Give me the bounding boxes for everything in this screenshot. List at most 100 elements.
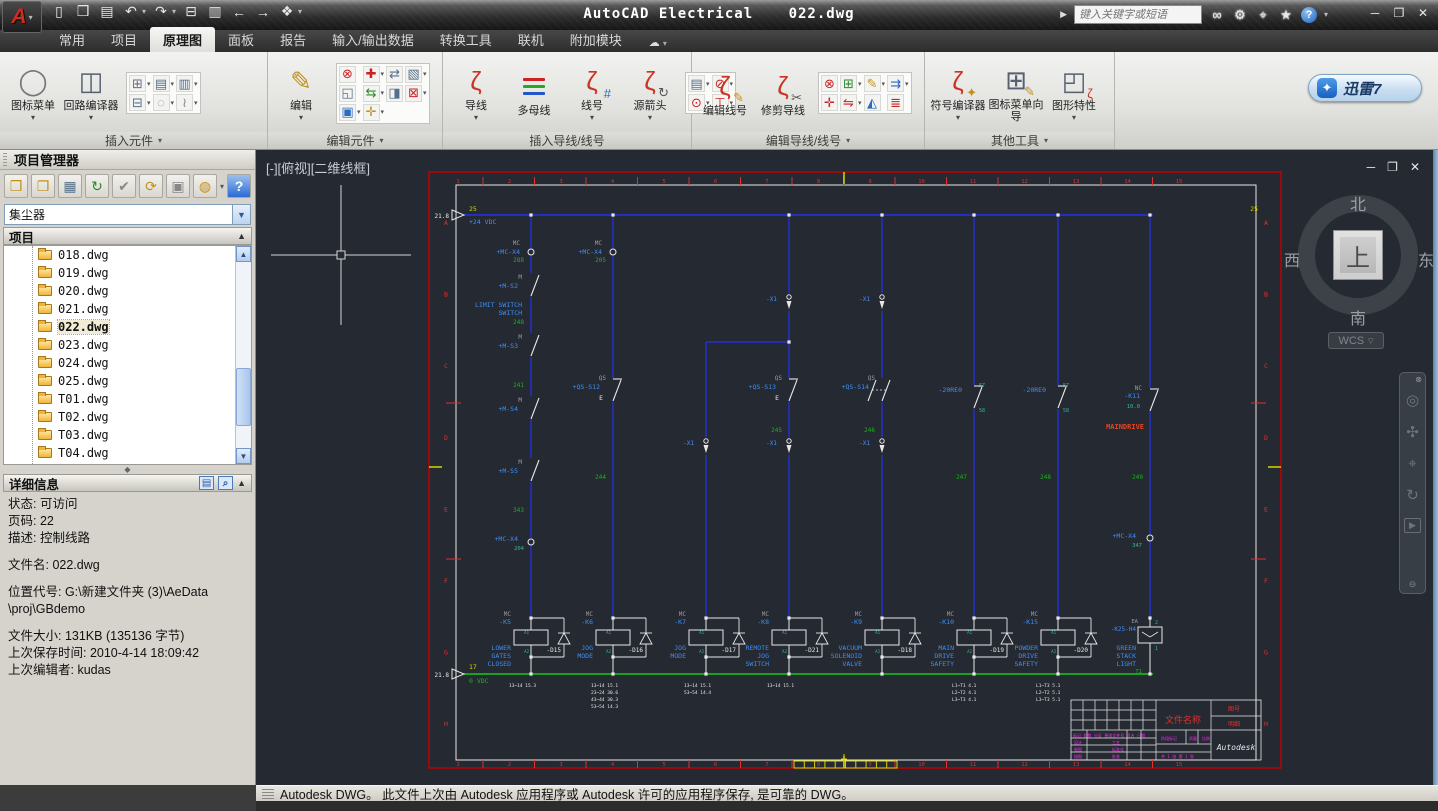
search-icon[interactable]: ∞ bbox=[1209, 7, 1225, 22]
redo-icon[interactable]: ↷ bbox=[152, 3, 170, 20]
favorites-icon[interactable]: ★ bbox=[1278, 7, 1294, 23]
cloud-icon[interactable]: ☁ bbox=[649, 37, 660, 49]
chevron-down-icon[interactable]: ▾ bbox=[882, 80, 886, 88]
infocenter-toggle-icon[interactable]: ▶ bbox=[1060, 9, 1067, 20]
thunder-download-button[interactable]: ✦ 迅雷7 bbox=[1308, 74, 1422, 102]
help-dropdown-icon[interactable]: ▾ bbox=[1324, 10, 1328, 19]
file-item-025.dwg[interactable]: 025.dwg bbox=[4, 372, 251, 390]
chevron-down-icon[interactable]: ▾ bbox=[298, 7, 302, 16]
chevron-down-icon[interactable]: ▾ bbox=[423, 89, 427, 97]
ribbon-button-图标菜单向导[interactable]: ⊞✎图标菜单向导 bbox=[988, 64, 1044, 123]
chevron-down-icon[interactable]: ▾ bbox=[381, 89, 385, 97]
multiple-insert-icon[interactable]: ⊞ bbox=[129, 75, 146, 92]
ladder-add-rung-icon[interactable]: ⊞ bbox=[840, 75, 857, 92]
pm-sync-button[interactable]: ⟳ bbox=[139, 174, 163, 198]
swap-update-icon[interactable]: ⇆ bbox=[363, 85, 380, 102]
insert-catalog-list-icon[interactable]: ▥ bbox=[176, 75, 193, 92]
chevron-down-icon[interactable]: ▾ bbox=[423, 70, 427, 78]
scoot-icon[interactable]: ✚ bbox=[363, 66, 380, 83]
doc-restore-button[interactable]: ❐ bbox=[1387, 160, 1398, 174]
help-button[interactable]: ? bbox=[1301, 7, 1317, 23]
retag-icon[interactable]: ◨ bbox=[386, 85, 403, 102]
chevron-down-icon[interactable]: ▾ bbox=[172, 7, 176, 16]
file-item-T04.dwg[interactable]: T04.dwg bbox=[4, 444, 251, 462]
chevron-down-icon[interactable]: ▾ bbox=[381, 70, 385, 78]
details-view-icon[interactable]: ▤ bbox=[199, 476, 214, 490]
viewcube-south-label[interactable]: 南 bbox=[1350, 305, 1366, 329]
pm-help-button[interactable]: ? bbox=[227, 174, 251, 198]
navbar-menu-icon[interactable]: ⊖ bbox=[1409, 579, 1417, 590]
new-icon[interactable]: ▯ bbox=[50, 3, 68, 20]
wire-type-icon[interactable]: ≣ bbox=[887, 94, 904, 111]
chevron-down-icon[interactable]: ▾ bbox=[858, 99, 862, 107]
ribbon-button-符号编译器[interactable]: ζ✦符号编译器▾ bbox=[930, 65, 986, 122]
open-icon[interactable]: ❒ bbox=[74, 3, 92, 20]
viewcube[interactable]: 上 北 西 东 南 bbox=[1298, 195, 1418, 315]
project-tree-header[interactable]: 项目 ▲ bbox=[3, 227, 252, 245]
file-item-020.dwg[interactable]: 020.dwg bbox=[4, 282, 251, 300]
collapse-icon[interactable]: ▲ bbox=[237, 478, 246, 488]
ribbon-tab-1[interactable]: 项目 bbox=[98, 27, 150, 52]
fwd-icon[interactable]: → bbox=[254, 4, 272, 20]
schematic-drawing[interactable]: 1122334455667788991010111112121313141415… bbox=[256, 150, 1438, 785]
edit-wire-icon[interactable]: ✎ bbox=[864, 75, 881, 92]
pm-box-button[interactable]: ▣ bbox=[166, 174, 190, 198]
viewport-controls[interactable]: [-][俯视][二维线框] bbox=[266, 158, 370, 177]
palette-splitter[interactable]: ◆ bbox=[0, 465, 255, 473]
application-menu-button[interactable]: A ▾ bbox=[2, 1, 42, 33]
drawing-canvas[interactable]: [-][俯视][二维线框] ─ ❐ ✕ 11223344556677889910… bbox=[256, 150, 1438, 785]
ribbon-button-线号[interactable]: ζ#线号▾ bbox=[564, 65, 620, 122]
link-components-line-icon[interactable]: ≀ bbox=[176, 94, 193, 111]
ribbon-button-编辑线号[interactable]: ζ✎编辑线号 bbox=[697, 70, 753, 117]
viewcube-top-face[interactable]: 上 bbox=[1333, 230, 1383, 280]
navbar-close-icon[interactable]: ⊗ bbox=[1415, 375, 1422, 384]
zoom-icon[interactable]: ⌖ bbox=[1408, 455, 1416, 472]
project-select-dropdown[interactable]: 集尘器 ▼ bbox=[4, 204, 251, 225]
pm-check-button[interactable]: ✔ bbox=[112, 174, 136, 198]
pm-web-button[interactable]: ◍ bbox=[193, 174, 217, 198]
align-icon[interactable]: ⇄ bbox=[386, 66, 403, 83]
copy-component-icon[interactable]: ◱ bbox=[339, 85, 356, 102]
ribbon-tab-0[interactable]: 常用 bbox=[46, 27, 98, 52]
copy-wire-number-icon[interactable]: ⇉ bbox=[887, 75, 904, 92]
ribbon-tab-7[interactable]: 联机 bbox=[505, 27, 557, 52]
file-item-022.dwg[interactable]: 022.dwg bbox=[4, 318, 251, 336]
file-item-018.dwg[interactable]: 018.dwg bbox=[4, 246, 251, 264]
chevron-down-icon[interactable]: ▾ bbox=[147, 80, 151, 88]
file-item-019.dwg[interactable]: 019.dwg bbox=[4, 264, 251, 282]
check-wire-icon[interactable]: ◭ bbox=[864, 94, 881, 111]
ribbon-button-多母线[interactable]: 多母线 bbox=[506, 70, 562, 117]
ribbon-button-源箭头[interactable]: ζ↻源箭头▾ bbox=[622, 65, 678, 122]
chevron-down-icon[interactable]: ▼ bbox=[232, 205, 250, 224]
file-item-T01.dwg[interactable]: T01.dwg bbox=[4, 390, 251, 408]
ribbon-button-图形特性[interactable]: ◰ζ图形特性▾ bbox=[1046, 65, 1102, 122]
file-item-024.dwg[interactable]: 024.dwg bbox=[4, 354, 251, 372]
pm-chart-button[interactable]: ▦ bbox=[58, 174, 82, 198]
ribbon-panel-title-1[interactable]: 编辑元件▾ bbox=[268, 132, 443, 149]
ribbon-button-编辑[interactable]: ✎编辑▾ bbox=[273, 65, 329, 122]
move-attribute-icon[interactable]: ✛ bbox=[363, 104, 380, 121]
ribbon-panel-title-2[interactable]: 插入导线/线号 bbox=[443, 132, 692, 149]
project-manager-title[interactable]: 项目管理器 bbox=[0, 150, 255, 170]
search-input[interactable] bbox=[1074, 5, 1202, 24]
subscription-center-icon[interactable]: ⚙ bbox=[1232, 7, 1248, 23]
back-icon[interactable]: ← bbox=[230, 4, 248, 20]
chevron-down-icon[interactable]: ▾ bbox=[171, 80, 175, 88]
chevron-down-icon[interactable]: ▾ bbox=[220, 182, 224, 191]
preview-icon[interactable]: ⌕ bbox=[218, 476, 233, 490]
chevron-down-icon[interactable]: ▾ bbox=[194, 80, 198, 88]
ribbon-panel-title-4[interactable]: 其他工具▾ bbox=[925, 132, 1115, 149]
pan-icon[interactable]: ✣ bbox=[1406, 423, 1419, 441]
close-button[interactable]: ✕ bbox=[1416, 6, 1430, 20]
insert-dashed-link-icon[interactable]: ◌ bbox=[153, 94, 170, 111]
collapse-icon[interactable]: ▲ bbox=[237, 231, 246, 241]
ribbon-tab-5[interactable]: 输入/输出数据 bbox=[319, 27, 427, 52]
chevron-down-icon[interactable]: ▾ bbox=[357, 108, 361, 116]
pm-open-button[interactable]: ❒ bbox=[4, 174, 28, 198]
reverse-flip-icon[interactable]: ▧ bbox=[405, 66, 422, 83]
save-icon[interactable]: ▤ bbox=[98, 3, 116, 20]
scroll-up-icon[interactable]: ▲ bbox=[236, 246, 251, 262]
viewcube-north-label[interactable]: 北 bbox=[1350, 191, 1366, 215]
chevron-down-icon[interactable]: ▾ bbox=[858, 80, 862, 88]
steering-wheel-icon[interactable]: ◎ bbox=[1406, 391, 1419, 409]
